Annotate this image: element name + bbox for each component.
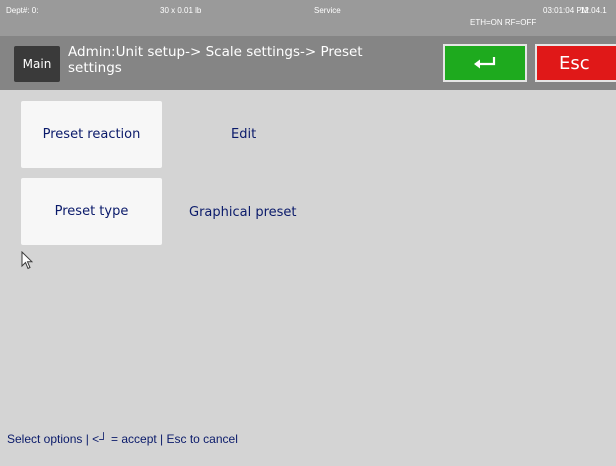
mouse-pointer-icon (21, 251, 33, 270)
breadcrumb: Admin:Unit setup-> Scale settings-> Pres… (68, 44, 363, 76)
preset-type-button[interactable]: Preset type (21, 178, 162, 245)
scale-capacity: 30 x 0.01 lb (160, 6, 202, 15)
status-bar: Dept#: 0: 30 x 0.01 lb Service 03:01:04 … (0, 0, 616, 36)
network-status: ETH=ON RF=OFF (470, 18, 537, 27)
esc-button[interactable]: Esc (535, 44, 616, 82)
preset-reaction-value: Edit (231, 127, 257, 142)
main-button[interactable]: Main (14, 46, 60, 82)
settings-panel: Preset reaction Edit Preset type Graphic… (0, 90, 616, 466)
accept-button[interactable] (443, 44, 527, 82)
operating-mode: Service (314, 6, 341, 15)
preset-reaction-button[interactable]: Preset reaction (21, 101, 162, 168)
title-bar: Main Admin:Unit setup-> Scale settings->… (0, 36, 616, 90)
department-number: Dept#: 0: (6, 6, 39, 15)
footer-hint: Select options | <┘ = accept | Esc to ca… (7, 432, 238, 446)
enter-return-icon (474, 57, 496, 69)
clock-date: 12.04.1 (580, 6, 607, 15)
preset-type-value: Graphical preset (189, 205, 297, 220)
